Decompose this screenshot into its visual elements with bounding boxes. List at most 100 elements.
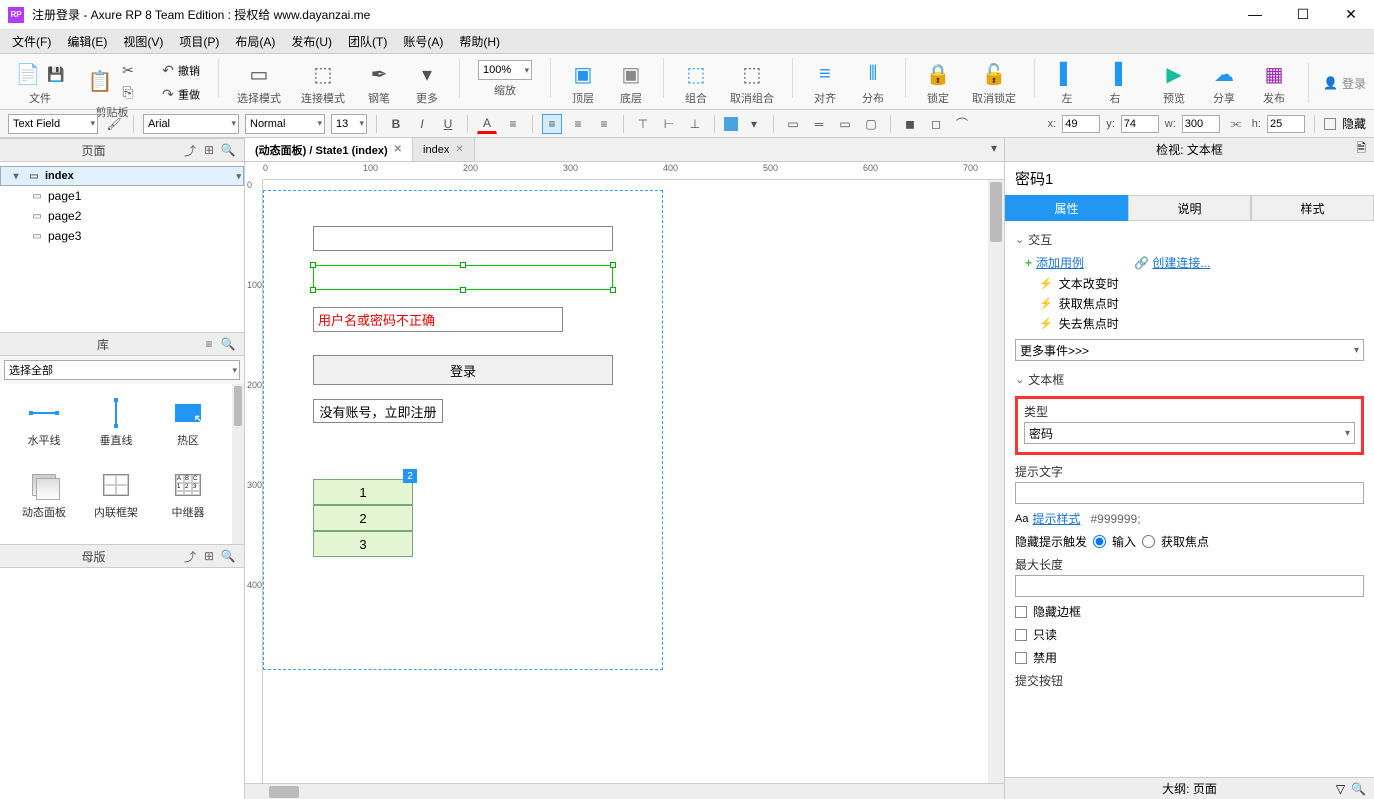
- format-painter-icon[interactable]: 🖌: [104, 114, 124, 134]
- lib-hline[interactable]: 水平线: [8, 392, 80, 464]
- border-visibility-button[interactable]: ▢: [861, 114, 881, 134]
- bring-front-icon[interactable]: ▣: [569, 60, 597, 88]
- lib-iframe[interactable]: 内联框架: [80, 464, 152, 536]
- tab-state1[interactable]: (动态面板) / State1 (index)✕: [245, 138, 413, 161]
- shadow-outer-button[interactable]: ◼: [900, 114, 920, 134]
- tab-style[interactable]: 样式: [1251, 195, 1374, 221]
- create-link-link[interactable]: 🔗 创建连接...: [1134, 254, 1210, 271]
- lib-repeater[interactable]: ABC123中继器: [152, 464, 224, 536]
- more-icon[interactable]: ▾: [413, 60, 441, 88]
- close-button[interactable]: ✕: [1336, 6, 1366, 23]
- pages-search-icon[interactable]: 🔍: [220, 142, 236, 158]
- readonly-checkbox[interactable]: [1015, 629, 1027, 641]
- lock-icon[interactable]: 🔒: [924, 60, 952, 88]
- disabled-checkbox[interactable]: [1015, 652, 1027, 664]
- filter-icon[interactable]: ▽: [1336, 782, 1345, 796]
- masters-add-folder-icon[interactable]: ⤴: [182, 548, 198, 564]
- canvas-hscrollbar[interactable]: [245, 783, 1004, 799]
- add-master-icon[interactable]: ⊞: [201, 548, 217, 564]
- repeater-widget[interactable]: 2 1 2 3: [313, 479, 413, 557]
- unlock-icon[interactable]: 🔓: [980, 60, 1008, 88]
- share-icon[interactable]: ☁: [1210, 60, 1238, 88]
- fill-dropdown-icon[interactable]: ▾: [744, 114, 764, 134]
- menu-project[interactable]: 项目(P): [173, 31, 225, 52]
- hide-hint-input-radio[interactable]: [1093, 535, 1106, 548]
- align-right-icon[interactable]: ▐: [1101, 60, 1129, 88]
- maxlen-input[interactable]: [1015, 575, 1364, 597]
- paste-icon[interactable]: 📋: [86, 67, 114, 95]
- menu-layout[interactable]: 布局(A): [229, 31, 281, 52]
- valign-middle-button[interactable]: ⊢: [659, 114, 679, 134]
- menu-view[interactable]: 视图(V): [117, 31, 169, 52]
- preview-icon[interactable]: ▶: [1160, 60, 1188, 88]
- align-icon[interactable]: ≡: [811, 60, 839, 88]
- border-style-button[interactable]: ═: [809, 114, 829, 134]
- username-field[interactable]: [313, 226, 613, 251]
- align-center-text-button[interactable]: ≡: [568, 114, 588, 134]
- font-size-select[interactable]: 13: [331, 114, 367, 134]
- border-width-button[interactable]: ▭: [783, 114, 803, 134]
- valign-bottom-button[interactable]: ⊥: [685, 114, 705, 134]
- valign-top-button[interactable]: ⊤: [633, 114, 653, 134]
- password-field[interactable]: [313, 265, 613, 290]
- register-link[interactable]: 没有账号，立即注册: [313, 399, 443, 423]
- widget-name-field[interactable]: 密码1: [1005, 162, 1374, 195]
- page-page1[interactable]: ▭page1: [0, 186, 244, 206]
- select-mode-icon[interactable]: ▭: [245, 60, 273, 88]
- event-text-change[interactable]: ⚡文本改变时: [1015, 273, 1364, 293]
- canvas-vscrollbar[interactable]: [988, 180, 1004, 783]
- hint-style-link[interactable]: 提示样式: [1032, 510, 1080, 527]
- font-select[interactable]: Arial: [143, 114, 239, 134]
- bold-button[interactable]: B: [386, 114, 406, 134]
- w-input[interactable]: [1182, 115, 1220, 133]
- y-input[interactable]: [1121, 115, 1159, 133]
- zoom-select[interactable]: 100%: [478, 60, 532, 80]
- menu-help[interactable]: 帮助(H): [453, 31, 506, 52]
- hide-border-checkbox[interactable]: [1015, 606, 1027, 618]
- maximize-button[interactable]: ☐: [1288, 6, 1318, 23]
- lock-aspect-icon[interactable]: ⫘: [1226, 114, 1246, 134]
- notes-icon[interactable]: 🗎: [1356, 139, 1366, 160]
- library-search-icon[interactable]: 🔍: [220, 336, 236, 352]
- distribute-icon[interactable]: ⫴: [859, 60, 887, 88]
- widget-type-select[interactable]: Text Field: [8, 114, 98, 134]
- add-folder-icon[interactable]: ⤴: [182, 142, 198, 158]
- login-canvas-button[interactable]: 登录: [313, 355, 613, 385]
- textfield-section-header[interactable]: 文本框: [1015, 367, 1364, 392]
- italic-button[interactable]: I: [412, 114, 432, 134]
- lib-hotspot[interactable]: ↖热区: [152, 392, 224, 464]
- page-page2[interactable]: ▭page2: [0, 206, 244, 226]
- menu-publish[interactable]: 发布(U): [285, 31, 338, 52]
- masters-search-icon[interactable]: 🔍: [220, 548, 236, 564]
- align-left-icon[interactable]: ▌: [1053, 60, 1081, 88]
- cut-icon[interactable]: ✂: [118, 60, 138, 80]
- ungroup-icon[interactable]: ⬚: [738, 60, 766, 88]
- border-color-button[interactable]: ▭: [835, 114, 855, 134]
- h-input[interactable]: [1267, 115, 1305, 133]
- send-back-icon[interactable]: ▣: [617, 60, 645, 88]
- menu-file[interactable]: 文件(F): [6, 31, 57, 52]
- fill-color-button[interactable]: [724, 117, 738, 131]
- undo-icon[interactable]: ↶: [158, 60, 178, 80]
- hint-text-input[interactable]: [1015, 482, 1364, 504]
- align-left-text-button[interactable]: ≡: [542, 114, 562, 134]
- library-selector[interactable]: 选择全部: [4, 360, 240, 380]
- lib-dynamic-panel[interactable]: 动态面板: [8, 464, 80, 536]
- outline-header[interactable]: 大纲: 页面 ▽🔍: [1005, 777, 1374, 799]
- redo-icon[interactable]: ↷: [158, 84, 178, 104]
- menu-edit[interactable]: 编辑(E): [61, 31, 113, 52]
- publish-icon[interactable]: ▦: [1260, 60, 1288, 88]
- copy-icon[interactable]: ⎘: [118, 82, 138, 102]
- new-file-icon[interactable]: 📄: [14, 60, 42, 88]
- save-icon[interactable]: 💾: [46, 64, 66, 84]
- hidden-checkbox[interactable]: [1324, 118, 1336, 130]
- repeater-row[interactable]: 2: [313, 505, 413, 531]
- close-tab-icon[interactable]: ✕: [455, 144, 463, 155]
- shadow-inner-button[interactable]: ◻: [926, 114, 946, 134]
- add-page-icon[interactable]: ⊞: [201, 142, 217, 158]
- outline-search-icon[interactable]: 🔍: [1351, 782, 1366, 796]
- bullets-button[interactable]: ≡: [503, 114, 523, 134]
- minimize-button[interactable]: —: [1240, 6, 1270, 23]
- menu-team[interactable]: 团队(T): [342, 31, 393, 52]
- type-select[interactable]: 密码: [1024, 422, 1355, 444]
